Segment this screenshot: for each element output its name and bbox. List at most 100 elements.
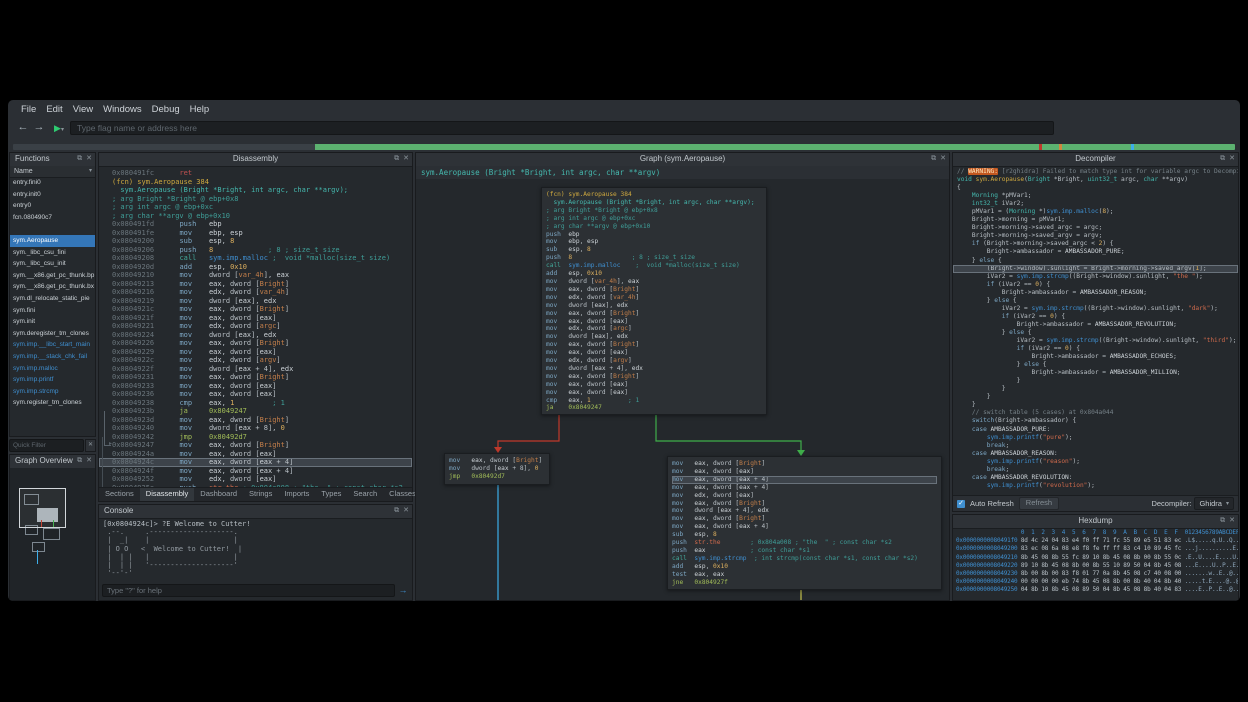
detach-icon[interactable]: ⧉ (77, 153, 82, 165)
function-item[interactable]: sym.imp.__libc_start_main (10, 339, 95, 351)
graph-node-line[interactable]: push 8 ; 8 ; size_t size (546, 254, 762, 262)
decompiler-line[interactable]: // switch table (5 cases) at 0x804a044 (957, 409, 1238, 417)
function-item[interactable]: sym.imp.__stack_chk_fail (10, 351, 95, 363)
decompiler-line[interactable]: } else { (957, 257, 1238, 265)
disassembly-line[interactable]: 0x08049247 mov eax, dword [Bright] (112, 441, 412, 450)
decompiler-line[interactable]: } else { (957, 361, 1238, 369)
decompiler-line[interactable]: if (iVar2 == 0) { (957, 281, 1238, 289)
menu-debug[interactable]: Debug (147, 104, 185, 115)
address-search-input[interactable] (70, 121, 1054, 135)
tab-dashboard[interactable]: Dashboard (194, 488, 243, 501)
function-item[interactable]: sym.imp.strcmp (10, 386, 95, 398)
decompiler-line[interactable]: iVar2 = sym.imp.strcmp((Bright->window).… (957, 337, 1238, 345)
graph-node-line[interactable]: mov dword [var_4h], eax (546, 278, 762, 286)
disassembly-line[interactable]: 0x08049240 mov dword [eax + 8], 0 (112, 424, 412, 433)
disassembly-line[interactable]: 0x0804924c mov eax, dword [eax + 4] (99, 458, 412, 467)
decompiler-line[interactable]: if (iVar2 == 0) { (957, 345, 1238, 353)
close-icon[interactable]: ✕ (940, 153, 946, 165)
graph-node-line[interactable]: mov edx, dword [var_4h] (546, 294, 762, 302)
disassembly-line[interactable]: 0x0804922c mov edx, dword [argv] (112, 356, 412, 365)
decompiler-line[interactable]: switch(Bright->ambassador) { (957, 417, 1238, 425)
tab-types[interactable]: Types (315, 488, 347, 501)
tab-sections[interactable]: Sections (99, 488, 140, 501)
disassembly-line[interactable]: 0x08049219 mov dword [eax], edx (112, 297, 412, 306)
decompiler-line[interactable]: Bright->ambassador = AMBASSADOR_MILLION; (957, 369, 1238, 377)
disassembly-line[interactable]: 0x0804922f mov dword [eax + 4], edx (112, 365, 412, 374)
decompiler-line[interactable]: Bright->ambassador = AMBASSADOR_ECHOES; (957, 353, 1238, 361)
disassembly-line[interactable]: 0x0804921f mov eax, dword [eax] (112, 314, 412, 323)
disassembly-line[interactable]: 0x0804921c mov eax, dword [Bright] (112, 305, 412, 314)
function-item[interactable]: sym.init (10, 316, 95, 328)
graph-node-line[interactable]: mov eax, dword [eax] (546, 381, 762, 389)
detach-icon[interactable]: ⧉ (1220, 515, 1225, 527)
disassembly-line[interactable]: ; arg int argc @ ebp+0xc (112, 203, 412, 212)
disassembly-line[interactable]: 0x08049224 mov dword [eax], edx (112, 331, 412, 340)
decompiler-line[interactable]: int32_t iVar2; (957, 200, 1238, 208)
graph-node-entry[interactable]: (fcn) sym.Aeropause 384 sym.Aeropause (B… (541, 187, 767, 415)
menu-edit[interactable]: Edit (41, 104, 67, 115)
decompiler-line[interactable]: case AMBASSADOR_PURE: (957, 426, 1238, 434)
menu-windows[interactable]: Windows (98, 104, 147, 115)
function-item[interactable]: sym.deregister_tm_clones (10, 328, 95, 340)
quick-filter-input[interactable] (9, 439, 84, 452)
forward-button[interactable]: → (32, 121, 46, 135)
disassembly-line[interactable]: 0x08049210 mov dword [var_4h], eax (112, 271, 412, 280)
menu-file[interactable]: File (16, 104, 41, 115)
graph-node-line[interactable]: mov edx, dword [argc] (546, 325, 762, 333)
decompiler-line[interactable]: sym.imp.printf("revolution"); (957, 482, 1238, 490)
hex-row[interactable]: 0x0000000008049200 83 ec 08 6a 08 e8 f8 … (956, 545, 1238, 553)
graph-node-line[interactable]: call sym.imp.malloc ; void *malloc(size_… (546, 262, 762, 270)
graph-node-line[interactable]: mov eax, dword [Bright] (546, 373, 762, 381)
tab-search[interactable]: Search (347, 488, 383, 501)
graph-node-line[interactable]: mov edx, dword [argv] (546, 357, 762, 365)
graph-node-line[interactable]: ja 0x8049247 (546, 404, 762, 412)
decompiler-line[interactable]: } (957, 393, 1238, 401)
graph-node-line[interactable]: mov dword [eax + 8], 0 (449, 465, 545, 473)
hex-row[interactable]: 0x00000000080491f0 8d 4c 24 04 83 e4 f0 … (956, 537, 1238, 545)
graph-node-line[interactable]: jne 0x804927f (672, 579, 937, 587)
console-send-button[interactable]: → (397, 584, 409, 597)
decompiler-line[interactable]: Morning *pMVar1; (957, 192, 1238, 200)
graph-node-line[interactable]: mov ebp, esp (546, 238, 762, 246)
graph-node-line[interactable]: mov eax, dword [eax + 4] (672, 476, 937, 484)
disassembly-line[interactable]: 0x0804920d add esp, 0x10 (112, 263, 412, 272)
function-item[interactable]: entry.fini0 (10, 177, 95, 189)
function-item[interactable]: sym._libc_csu_init (10, 258, 95, 270)
seek-bar[interactable] (13, 144, 1235, 150)
graph-node-line[interactable]: mov eax, dword [Bright] (449, 457, 545, 465)
close-icon[interactable]: ✕ (1229, 515, 1235, 527)
function-item[interactable]: sym.fini (10, 305, 95, 317)
disassembly-line[interactable]: 0x08049221 mov edx, dword [argc] (112, 322, 412, 331)
decompiler-line[interactable]: if (iVar2 == 0) { (957, 313, 1238, 321)
function-item[interactable]: entry.init0 (10, 189, 95, 201)
function-item[interactable]: sym.__x86.get_pc_thunk.bp (10, 270, 95, 282)
disassembly-line[interactable]: 0x08049200 sub esp, 8 (112, 237, 412, 246)
graph-node-line[interactable]: mov edx, dword [eax] (672, 492, 937, 500)
graph-node-line[interactable]: sub esp, 8 (546, 246, 762, 254)
graph-node-line[interactable]: test eax, eax (672, 571, 937, 579)
function-item[interactable]: sym.imp.printf (10, 374, 95, 386)
close-icon[interactable]: ✕ (1229, 153, 1235, 165)
auto-refresh-checkbox[interactable]: ✓ (957, 500, 965, 508)
graph-canvas[interactable]: (fcn) sym.Aeropause 384 sym.Aeropause (B… (416, 179, 949, 600)
decompiler-line[interactable]: break; (957, 466, 1238, 474)
minimap-viewport[interactable] (19, 488, 66, 528)
disassembly-line[interactable]: 0x08049236 mov eax, dword [eax] (112, 390, 412, 399)
hex-row[interactable]: 0x0000000008049250 04 8b 10 8b 45 08 89 … (956, 586, 1238, 594)
decompiler-line[interactable]: void sym.Aeropause(Bright *Bright, uint3… (957, 176, 1238, 184)
decompiler-line[interactable]: pMVar1 = (Morning *)sym.imp.malloc(8); (957, 208, 1238, 216)
function-item[interactable]: sym._libc_csu_fini (10, 247, 95, 259)
graph-overview-minimap[interactable] (10, 468, 95, 600)
graph-node-line[interactable]: mov eax, dword [eax] (546, 349, 762, 357)
decompiler-line[interactable]: break; (957, 442, 1238, 450)
disassembly-line[interactable]: 0x0804924f mov eax, dword [eax + 4] (112, 467, 412, 476)
hex-row[interactable]: 0x0000000008049220 89 10 8b 45 08 8b 00 … (956, 562, 1238, 570)
decompiler-line[interactable]: case AMBASSADOR_REASON: (957, 450, 1238, 458)
tab-imports[interactable]: Imports (278, 488, 315, 501)
graph-node-line[interactable]: mov eax, dword [eax + 4] (672, 484, 937, 492)
graph-node-line[interactable]: mov eax, dword [eax] (672, 468, 937, 476)
graph-node-line[interactable]: mov eax, dword [eax + 4] (672, 523, 937, 531)
graph-node-true-branch[interactable]: mov eax, dword [Bright]mov eax, dword [e… (667, 456, 942, 590)
hex-row[interactable]: 0x0000000008049230 8b 00 8b 00 83 f8 01 … (956, 570, 1238, 578)
tab-strings[interactable]: Strings (243, 488, 278, 501)
